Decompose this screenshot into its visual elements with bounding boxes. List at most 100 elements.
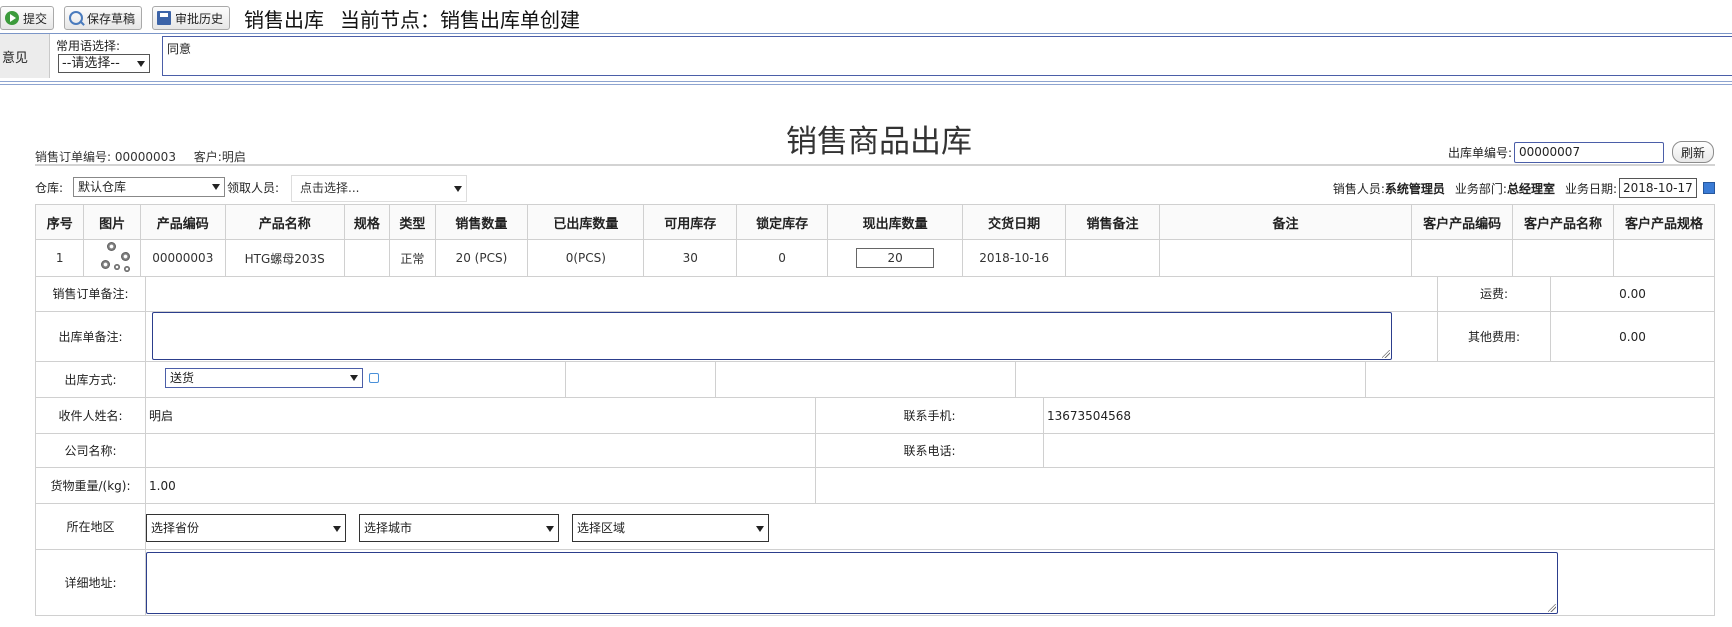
city-select[interactable]: 选择城市 <box>359 514 559 542</box>
opinion-label: 意见 <box>0 34 50 78</box>
col-header: 锁定库存 <box>736 204 828 240</box>
floppy-disk-icon <box>157 11 172 25</box>
dept-value: 总经理室 <box>1506 181 1555 196</box>
region-row: 所在地区 选择省份 选择城市 选择区域 <box>35 504 1715 550</box>
refresh-button[interactable]: 刷新 <box>1672 141 1714 163</box>
chevron-down-icon <box>212 184 220 190</box>
weight-row: 货物重量/(kg): 1.00 <box>35 468 1715 504</box>
city-placeholder: 选择城市 <box>364 521 413 535</box>
common-phrase-value: --请选择-- <box>62 56 120 71</box>
cust-product-name <box>1512 239 1614 277</box>
province-placeholder: 选择省份 <box>151 521 200 535</box>
outbound-meta: 出库单编号: 00000007 刷新 <box>1448 141 1714 163</box>
opinion-row: 意见 常用语选择: --请选择-- 同意 <box>0 34 1732 78</box>
sales-info: 销售人员: 系统管理员 业务部门: 总经理室 业务日期: 2018-10-17 <box>1333 176 1715 200</box>
current-node: 当前节点：销售出库单创建 <box>340 7 581 32</box>
warehouse-value: 默认仓库 <box>78 180 127 194</box>
save-draft-button[interactable]: 保存草稿 <box>64 6 143 30</box>
current-qty-input[interactable]: 20 <box>856 248 935 268</box>
submit-button[interactable]: 提交 <box>0 6 55 30</box>
col-header: 产品名称 <box>224 204 345 240</box>
sales-person-label: 销售人员: <box>1332 181 1385 196</box>
company-row: 公司名称: 联系电话: <box>35 434 1715 468</box>
address-cell <box>146 550 1714 615</box>
common-phrase-select[interactable]: --请选择-- <box>58 54 150 73</box>
outbound-note-label: 出库单备注: <box>36 312 146 361</box>
col-header: 图片 <box>83 204 141 240</box>
order-no-value: 00000003 <box>114 150 176 164</box>
warehouse-label: 仓库: <box>35 181 64 195</box>
outbound-note-textarea[interactable] <box>152 312 1392 360</box>
district-placeholder: 选择区域 <box>577 521 626 535</box>
nut-icon <box>114 264 121 270</box>
empty-cell <box>816 468 1714 503</box>
save-draft-label: 保存草稿 <box>87 11 136 26</box>
outbound-note-row: 出库单备注: 其他费用: 0.00 <box>35 312 1715 362</box>
cust-product-spec <box>1612 239 1716 277</box>
chevron-down-icon <box>350 375 358 381</box>
col-header: 客户产品规格 <box>1612 204 1716 240</box>
ship-method-row: 出库方式: 送货 <box>35 362 1715 398</box>
resize-grip-icon <box>1548 604 1556 612</box>
col-header: 序号 <box>34 204 85 240</box>
business-date-input[interactable]: 2018-10-17 <box>1619 178 1697 198</box>
ship-method-label: 出库方式: <box>36 362 146 397</box>
receiver-row: 收件人姓名: 明启 联系手机: 13673504568 <box>35 398 1715 434</box>
customer-label: 客户: <box>193 150 222 164</box>
date-label: 业务日期: <box>1564 181 1617 196</box>
outbound-no-input[interactable]: 00000007 <box>1514 141 1664 163</box>
submit-label: 提交 <box>23 11 48 26</box>
empty-cell <box>566 362 716 397</box>
address-textarea[interactable] <box>146 552 1558 614</box>
address-row: 详细地址: <box>35 550 1715 616</box>
warehouse-select[interactable]: 默认仓库 <box>73 177 225 197</box>
common-phrase-label: 常用语选择: <box>56 39 121 53</box>
col-header: 销售备注 <box>1065 204 1160 240</box>
locked-stock: 0 <box>736 239 828 277</box>
customer: 客户:明启 <box>194 150 246 164</box>
product-spec <box>343 239 391 277</box>
other-fee-value: 0.00 <box>1619 329 1646 344</box>
shipped-qty: 0(PCS) <box>527 239 645 277</box>
col-header: 现出库数量 <box>826 204 964 240</box>
province-select[interactable]: 选择省份 <box>146 514 346 542</box>
weight-label: 货物重量/(kg): <box>36 468 146 503</box>
picker-select[interactable]: 点击选择... <box>291 175 467 202</box>
product-image <box>83 239 141 277</box>
calendar-icon[interactable] <box>1703 182 1715 194</box>
approval-history-label: 审批历史 <box>175 11 224 26</box>
customer-value: 明启 <box>221 150 246 164</box>
note[interactable] <box>1158 239 1413 277</box>
common-phrase-box: 常用语选择: --请选择-- <box>52 34 156 78</box>
table-header-row: 序号 图片 产品编码 产品名称 规格 类型 销售数量 已出库数量 可用库存 锁定… <box>34 204 1716 240</box>
chevron-down-icon <box>137 61 145 67</box>
order-note-label: 销售订单备注: <box>36 276 146 311</box>
sales-person-value: 系统管理员 <box>1384 181 1445 196</box>
other-fee-label: 其他费用: <box>1438 312 1551 361</box>
picker-label: 领取人员: <box>227 181 280 195</box>
company-label: 公司名称: <box>36 434 146 467</box>
product-table: 序号 图片 产品编码 产品名称 规格 类型 销售数量 已出库数量 可用库存 锁定… <box>34 204 1716 277</box>
opinion-textarea[interactable]: 同意 <box>162 36 1732 76</box>
nut-icon <box>124 266 131 272</box>
sale-qty: 20 (PCS) <box>434 239 529 277</box>
row-index: 1 <box>34 239 85 277</box>
toolbar: 提交 保存草稿 审批历史 销售出库 当前节点：销售出库单创建 <box>0 4 1732 32</box>
order-no-label: 销售订单编号: <box>35 150 112 164</box>
district-select[interactable]: 选择区域 <box>572 514 769 542</box>
freight-label: 运费: <box>1438 276 1551 311</box>
col-header: 客户产品名称 <box>1512 204 1614 240</box>
col-header: 规格 <box>343 204 391 240</box>
page-title: 销售出库 当前节点：销售出库单创建 <box>244 4 596 33</box>
approval-history-button[interactable]: 审批历史 <box>152 6 231 30</box>
order-note-row: 销售订单备注: 运费: 0.00 <box>35 276 1715 312</box>
address-label: 详细地址: <box>36 550 146 615</box>
mobile-value: 13673504568 <box>1047 408 1131 423</box>
ship-method-value: 送货 <box>170 371 195 385</box>
col-header: 交货日期 <box>962 204 1067 240</box>
receiver-label: 收件人姓名: <box>36 398 146 433</box>
product-name: HTG螺母203S <box>224 239 345 277</box>
ship-method-select[interactable]: 送货 <box>165 368 363 388</box>
nut-thumbnail <box>86 240 138 276</box>
link-arrow-icon[interactable] <box>369 373 379 383</box>
